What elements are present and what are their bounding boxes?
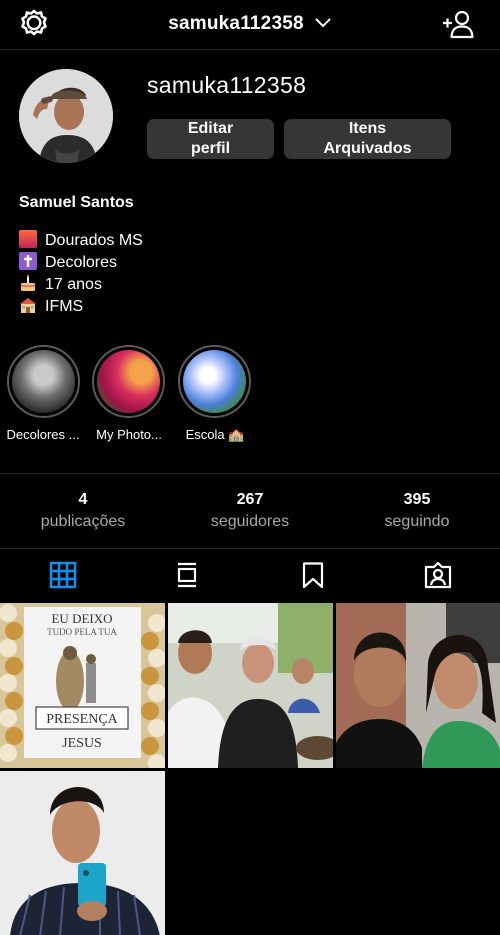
account-switcher[interactable]: samuka112358 [0, 13, 500, 35]
highlight-cover [7, 345, 80, 418]
stat-value: 267 [236, 491, 264, 508]
bio-line: IFMS [19, 296, 143, 318]
bio-line: Decolores [19, 252, 143, 274]
bio-line: 17 anos [19, 274, 143, 296]
latin-cross-emoji-icon [19, 252, 37, 270]
svg-text:EU DEIXO: EU DEIXO [51, 611, 112, 626]
archived-items-button[interactable]: Itens Arquivados [284, 119, 451, 159]
bio-text: Decolores [45, 254, 118, 271]
chevron-down-icon [315, 18, 331, 28]
edit-profile-label-line1: Editar [187, 120, 234, 137]
saved-icon[interactable] [299, 561, 327, 589]
stat-value: 395 [403, 491, 431, 508]
highlight-label: Decolores ... [6, 427, 80, 442]
school-emoji-icon [19, 296, 37, 314]
svg-text:PRESENÇA: PRESENÇA [46, 712, 118, 727]
post-thumbnail[interactable] [168, 603, 333, 768]
tagged-icon[interactable] [424, 561, 452, 589]
stat-value: 4 [78, 491, 88, 508]
profile-bio: Dourados MS Decolores 17 anos IFMS [19, 230, 143, 318]
stat-label: seguidores [210, 513, 290, 530]
post-image [0, 771, 165, 935]
archived-label-line2: Arquivados [323, 140, 412, 157]
stat-posts[interactable]: 4 publicações [0, 491, 166, 531]
edit-profile-button[interactable]: Editar perfil [147, 119, 274, 159]
sunset-city-emoji-icon [19, 230, 37, 248]
top-bar: samuka112358 [0, 0, 500, 50]
highlight-cover [92, 345, 165, 418]
avatar-photo [19, 69, 113, 163]
igtv-icon[interactable] [173, 561, 201, 589]
profile-username: samuka112358 [147, 72, 307, 98]
post-thumbnail[interactable]: EU DEIXO TUDO PELA TUA PRESENÇA JESUS [0, 603, 165, 768]
post-thumbnail[interactable] [0, 771, 165, 935]
edit-profile-label-line2: perfil [190, 140, 231, 157]
tabs-top-divider [0, 548, 500, 549]
svg-text:TUDO PELA TUA: TUDO PELA TUA [47, 627, 117, 637]
bio-text: Dourados MS [45, 232, 143, 249]
highlight-cover [178, 345, 251, 418]
post-image [336, 603, 500, 768]
bio-text: 17 anos [45, 276, 102, 293]
post-thumbnail[interactable] [336, 603, 500, 768]
stat-label: seguindo [384, 513, 450, 530]
highlight-label: Escola 🏫 [185, 427, 245, 442]
post-image: EU DEIXO TUDO PELA TUA PRESENÇA JESUS [0, 603, 165, 768]
post-image [168, 603, 333, 768]
add-user-icon[interactable] [442, 9, 474, 39]
profile-avatar[interactable] [19, 69, 113, 163]
profile-full-name: Samuel Santos [19, 194, 134, 211]
stat-following[interactable]: 395 seguindo [334, 491, 500, 531]
stats-top-divider [0, 473, 500, 474]
header-username: samuka112358 [168, 13, 304, 34]
bio-line: Dourados MS [19, 230, 143, 252]
svg-text:JESUS: JESUS [62, 736, 102, 751]
stat-followers[interactable]: 267 seguidores [167, 491, 333, 531]
bio-text: IFMS [45, 298, 84, 315]
stat-label: publicações [40, 513, 126, 530]
grid-icon[interactable] [49, 561, 77, 589]
birthday-cake-emoji-icon [19, 274, 37, 292]
highlight-label: My Photo... [96, 427, 162, 442]
archived-label-line1: Itens [348, 120, 387, 137]
